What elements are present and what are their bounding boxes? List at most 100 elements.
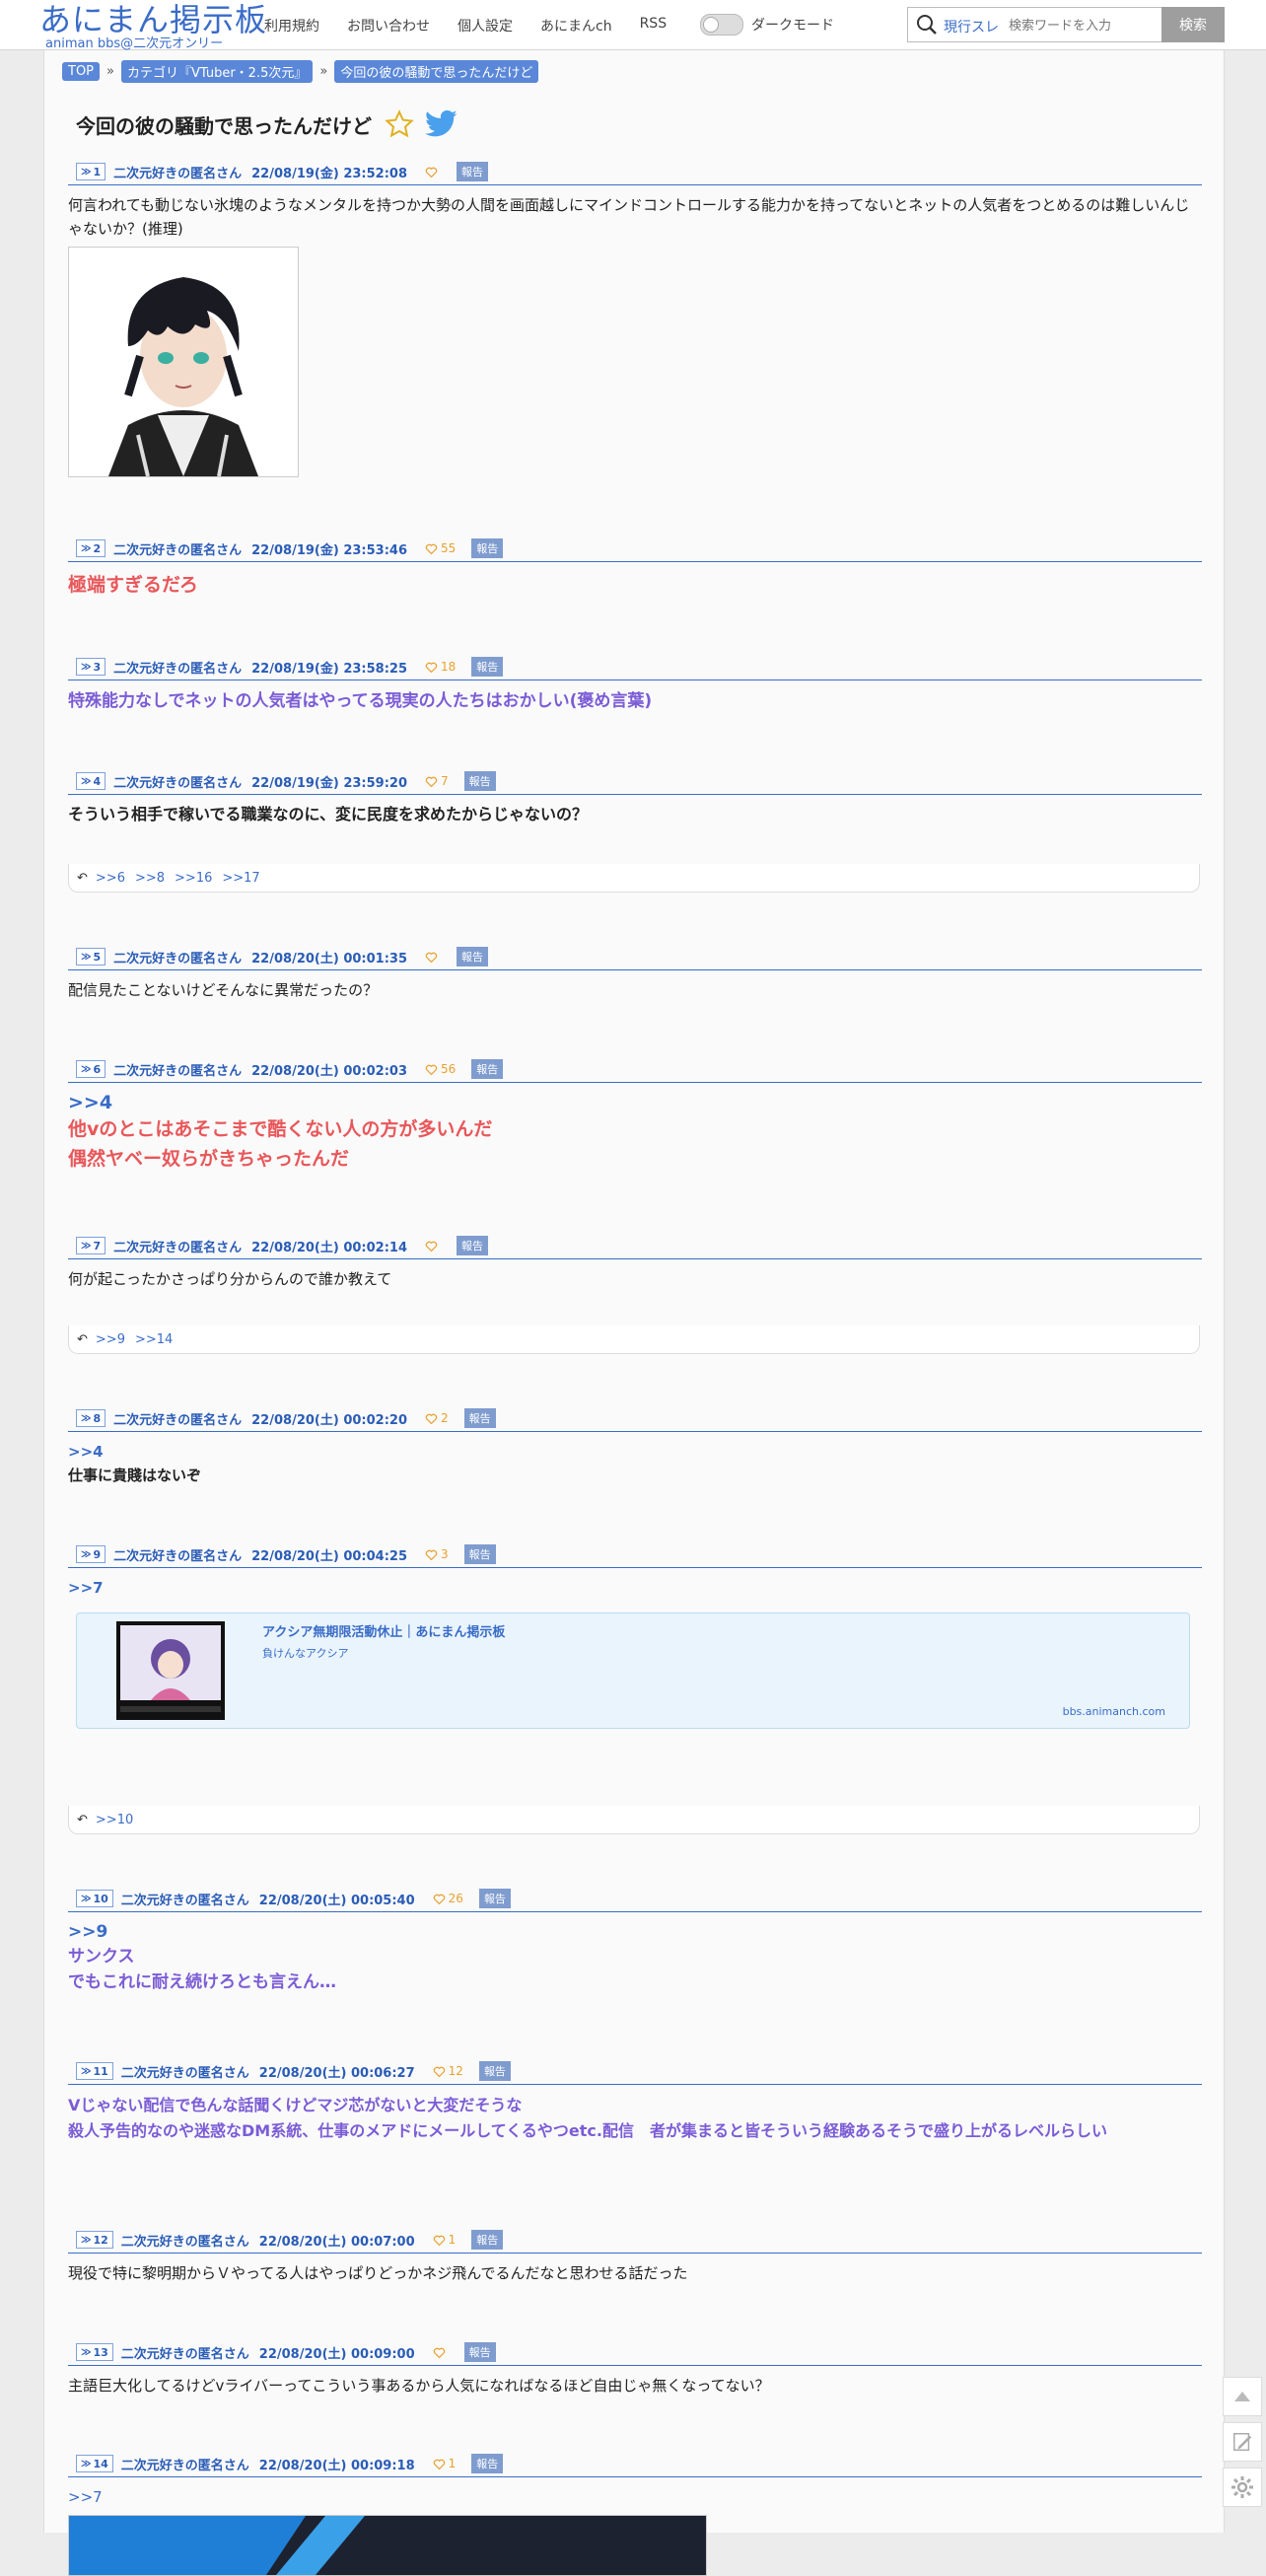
like-button[interactable]: 26 (433, 1892, 463, 1905)
breadcrumb-thread[interactable]: 今回の彼の騒動で思ったんだけど (334, 60, 539, 83)
anchor-link[interactable]: >>4 (68, 1091, 1202, 1114)
reply-link[interactable]: >>6 (96, 871, 125, 886)
floating-tools (1223, 2377, 1262, 2513)
like-button[interactable]: 2 (425, 1411, 449, 1425)
search-input[interactable] (1007, 12, 1176, 39)
post-body: 主語巨大化してるけどvライバーってこういう事あるから人気になればなるほど自由じゃ… (68, 2377, 770, 2395)
post-header: ≫ 1 二次元好きの匿名さん 22/08/19(金) 23:52:08 報告 (68, 159, 1202, 185)
poster-name: 二次元好きの匿名さん (113, 1240, 243, 1255)
like-button[interactable]: 12 (433, 2064, 463, 2078)
like-button[interactable]: 1 (433, 2233, 456, 2247)
heart-icon (433, 2459, 445, 2469)
report-button[interactable]: 報告 (471, 2454, 504, 2473)
site-header: あにまん掲示板 animan bbs@二次元オンリー 利用規約 お問い合わせ 個… (0, 0, 1266, 50)
report-button[interactable]: 報告 (471, 1059, 504, 1079)
report-button[interactable]: 報告 (471, 538, 504, 558)
write-post-button[interactable] (1223, 2422, 1262, 2462)
report-button[interactable]: 報告 (457, 1236, 488, 1255)
like-button[interactable] (425, 951, 441, 963)
heart-icon (433, 2066, 445, 2077)
search-button[interactable]: 検索 (1161, 7, 1225, 42)
anchor-link[interactable]: >>7 (68, 2485, 1202, 2509)
post-number[interactable]: ≫ 6 (76, 1060, 106, 1078)
post-number[interactable]: ≫ 5 (76, 948, 106, 966)
post-number[interactable]: ≫ 10 (76, 1890, 113, 1907)
post-number[interactable]: ≫ 7 (76, 1237, 106, 1254)
reply-link[interactable]: >>14 (135, 1332, 173, 1347)
post-number[interactable]: ≫ 14 (76, 2455, 113, 2472)
post-body: >>4 仕事に貴賤はないぞ (68, 1440, 1202, 1487)
nav-terms[interactable]: 利用規約 (264, 16, 319, 36)
post-date: 22/08/20(土) 00:05:40 (258, 1893, 415, 1908)
reply-link[interactable]: >>10 (96, 1813, 133, 1827)
post-header: ≫ 5 二次元好きの匿名さん 22/08/20(土) 00:01:35 報告 (68, 944, 1202, 970)
report-button[interactable]: 報告 (478, 1889, 511, 1908)
post-body: 配信見たことないけどそんなに異常だったの？ (68, 981, 379, 999)
post-image[interactable] (68, 247, 299, 477)
post-number[interactable]: ≫ 3 (76, 658, 106, 676)
like-button[interactable]: 3 (425, 1547, 449, 1561)
report-button[interactable]: 報告 (463, 1544, 496, 1564)
report-button[interactable]: 報告 (471, 657, 504, 677)
like-button[interactable]: 1 (433, 2457, 456, 2470)
report-button[interactable]: 報告 (457, 162, 488, 181)
toggle-switch[interactable] (700, 14, 743, 36)
post-number[interactable]: ≫ 1 (76, 163, 106, 180)
post-header: ≫ 12 二次元好きの匿名さん 22/08/20(土) 00:07:00 1 報告 (68, 2227, 1202, 2254)
favorite-star-icon[interactable] (384, 109, 415, 139)
post-body: >>9 サンクス でもこれに耐え続けろとも言えん… (68, 1920, 1202, 1995)
nav-settings[interactable]: 個人設定 (457, 16, 513, 36)
anchor-link[interactable]: >>4 (68, 1440, 1202, 1464)
settings-button[interactable] (1223, 2468, 1262, 2507)
dark-mode-toggle[interactable]: ダークモード (700, 14, 834, 36)
report-button[interactable]: 報告 (463, 2342, 496, 2362)
post-number[interactable]: ≫ 12 (76, 2231, 113, 2249)
page-title: 今回の彼の騒動で思ったんだけど (76, 109, 458, 139)
heart-icon (425, 1413, 438, 1424)
site-logo[interactable]: あにまん掲示板 animan bbs@二次元オンリー (39, 2, 267, 50)
post-number[interactable]: ≫ 13 (76, 2343, 113, 2361)
thread-title-text: 今回の彼の騒動で思ったんだけど (76, 113, 372, 138)
breadcrumb-separator: » (106, 64, 114, 79)
post-number[interactable]: ≫ 2 (76, 539, 106, 557)
search-scope[interactable]: 現行スレ (944, 17, 999, 36)
logo-subtitle: animan bbs@二次元オンリー (45, 36, 224, 51)
reply-link[interactable]: >>16 (175, 871, 212, 886)
like-button[interactable]: 55 (425, 541, 456, 555)
scroll-top-button[interactable] (1223, 2377, 1262, 2416)
like-button[interactable]: 56 (425, 1062, 456, 1076)
link-preview-card[interactable]: アクシア無期限活動休止｜あにまん掲示板 負けんなアクシア bbs.animanc… (76, 1612, 1190, 1729)
post-date: 22/08/20(土) 00:02:03 (251, 1063, 407, 1079)
nav-rss[interactable]: RSS (640, 16, 668, 36)
nav-contact[interactable]: お問い合わせ (347, 16, 430, 36)
post-header: ≫ 9 二次元好きの匿名さん 22/08/20(土) 00:04:25 3 報告 (68, 1541, 1202, 1568)
breadcrumb-top[interactable]: TOP (62, 62, 101, 81)
like-button[interactable]: 18 (425, 660, 456, 674)
like-button[interactable] (425, 1240, 441, 1252)
report-button[interactable]: 報告 (457, 947, 488, 966)
post-number[interactable]: ≫ 11 (76, 2062, 113, 2080)
post-body: そういう相手で稼いでる職業なのに、変に民度を求めたからじゃないの？ (68, 805, 589, 823)
post-number[interactable]: ≫ 8 (76, 1409, 106, 1427)
reply-link[interactable]: >>9 (96, 1332, 125, 1347)
report-button[interactable]: 報告 (463, 771, 496, 791)
twitter-icon[interactable] (425, 109, 458, 139)
poster-name: 二次元好きの匿名さん (120, 1893, 249, 1908)
post-number[interactable]: ≫ 4 (76, 772, 106, 790)
reply-link[interactable]: >>17 (222, 871, 259, 886)
anchor-link[interactable]: >>7 (68, 1576, 1202, 1600)
post-date: 22/08/20(土) 00:06:27 (258, 2065, 415, 2081)
reply-icon: ↶ (77, 870, 88, 886)
anchor-link[interactable]: >>9 (68, 1920, 1202, 1944)
like-button[interactable] (425, 166, 441, 178)
reply-link[interactable]: >>8 (135, 871, 165, 886)
post-number[interactable]: ≫ 9 (76, 1545, 106, 1563)
breadcrumb-category[interactable]: カテゴリ『VTuber・2.5次元』 (120, 60, 314, 83)
like-button[interactable]: 7 (425, 774, 449, 788)
nav-animanch[interactable]: あにまんch (540, 16, 612, 36)
like-button[interactable] (433, 2346, 449, 2358)
report-button[interactable]: 報告 (471, 2230, 504, 2250)
report-button[interactable]: 報告 (478, 2061, 511, 2081)
report-button[interactable]: 報告 (463, 1408, 496, 1428)
post-image[interactable] (68, 2515, 707, 2576)
